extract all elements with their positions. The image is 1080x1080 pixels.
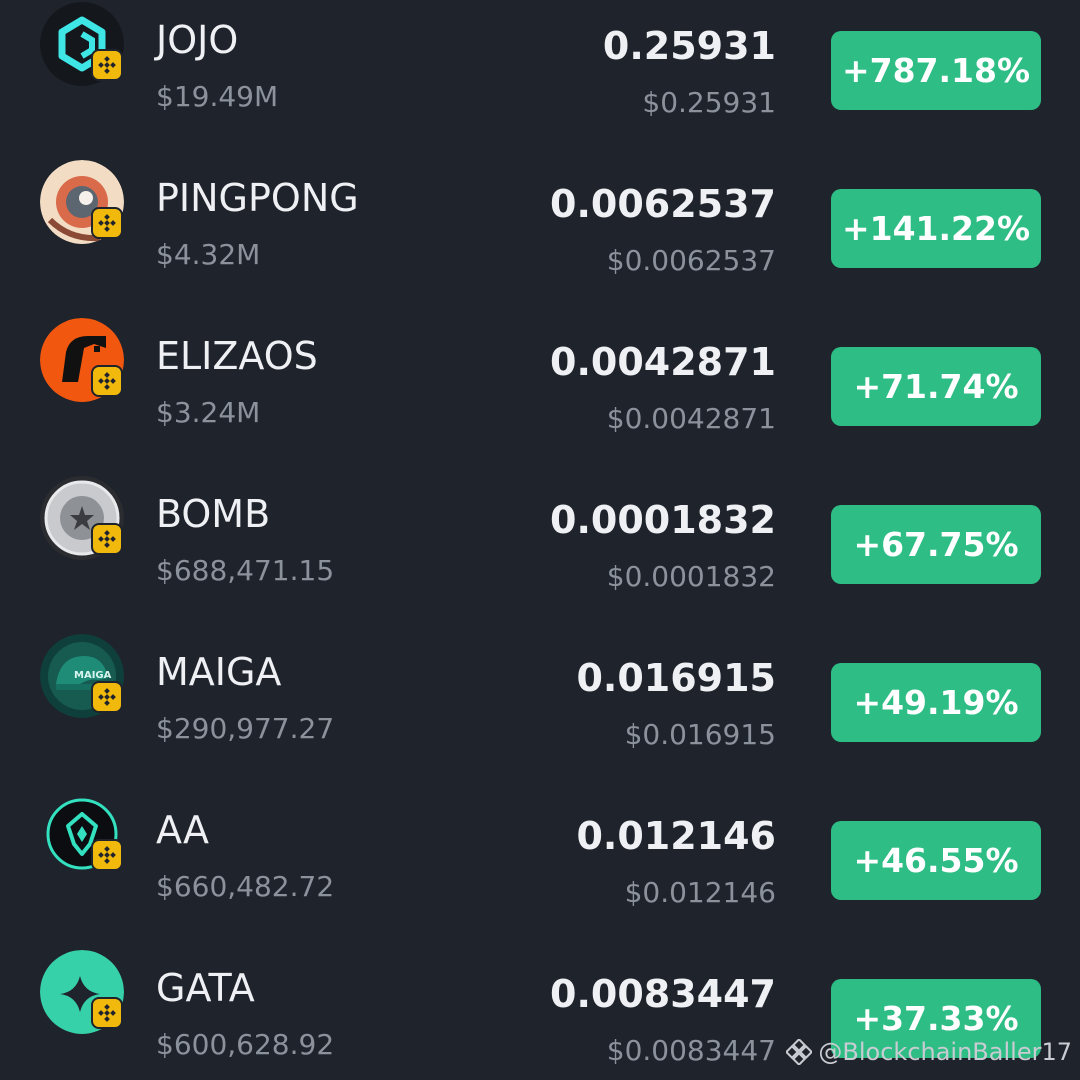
token-price-usd: $0.012146 bbox=[624, 876, 776, 909]
token-price: 0.25931 bbox=[602, 24, 776, 68]
price-change-badge[interactable]: +71.74% bbox=[831, 347, 1041, 426]
bnb-chain-icon bbox=[91, 365, 123, 397]
token-price: 0.0001832 bbox=[550, 498, 776, 542]
token-market-cap: $688,471.15 bbox=[156, 554, 335, 587]
token-price: 0.016915 bbox=[576, 656, 776, 700]
token-price-usd: $0.016915 bbox=[624, 718, 776, 751]
token-row-jojo[interactable]: JOJO $19.49M 0.25931 $0.25931 +787.18% bbox=[0, 0, 1080, 158]
token-market-cap: $290,977.27 bbox=[156, 712, 335, 745]
token-price-usd: $0.0001832 bbox=[606, 560, 776, 593]
bnb-chain-icon bbox=[91, 207, 123, 239]
token-market-cap: $600,628.92 bbox=[156, 1028, 335, 1061]
price-change-badge[interactable]: +787.18% bbox=[831, 31, 1041, 110]
token-price: 0.0062537 bbox=[550, 182, 776, 226]
token-market-cap: $3.24M bbox=[156, 396, 261, 429]
token-row-pingpong[interactable]: PINGPONG $4.32M 0.0062537 $0.0062537 +14… bbox=[0, 158, 1080, 316]
token-price-usd: $0.25931 bbox=[642, 86, 776, 119]
bnb-chain-icon bbox=[91, 997, 123, 1029]
price-change-badge[interactable]: +67.75% bbox=[831, 505, 1041, 584]
watermark-text: @BlockchainBaller17 bbox=[818, 1038, 1072, 1066]
token-row-elizaos[interactable]: ELIZAOS $3.24M 0.0042871 $0.0042871 +71.… bbox=[0, 316, 1080, 474]
token-price-usd: $0.0042871 bbox=[606, 402, 776, 435]
token-symbol: ELIZAOS bbox=[156, 334, 318, 378]
token-list: JOJO $19.49M 0.25931 $0.25931 +787.18% P… bbox=[0, 0, 1080, 1080]
token-row-aa[interactable]: AA $660,482.72 0.012146 $0.012146 +46.55… bbox=[0, 790, 1080, 948]
price-change-badge[interactable]: +141.22% bbox=[831, 189, 1041, 268]
bnb-chain-icon bbox=[91, 681, 123, 713]
binance-logo-icon bbox=[786, 1039, 813, 1065]
token-symbol: MAIGA bbox=[156, 650, 282, 694]
token-price: 0.0042871 bbox=[550, 340, 776, 384]
bnb-chain-icon bbox=[91, 49, 123, 81]
svg-text:MAIGA: MAIGA bbox=[74, 670, 112, 681]
price-change-badge[interactable]: +46.55% bbox=[831, 821, 1041, 900]
bnb-chain-icon bbox=[91, 839, 123, 871]
token-price: 0.0083447 bbox=[550, 972, 776, 1016]
token-symbol: AA bbox=[156, 808, 210, 852]
token-price-usd: $0.0083447 bbox=[606, 1034, 776, 1067]
token-symbol: JOJO bbox=[156, 18, 239, 62]
token-market-cap: $19.49M bbox=[156, 80, 279, 113]
token-row-maiga[interactable]: MAIGA MAIGA $290,977.27 0.016915 $0.0169… bbox=[0, 632, 1080, 790]
token-price: 0.012146 bbox=[576, 814, 776, 858]
token-symbol: PINGPONG bbox=[156, 176, 359, 220]
token-market-cap: $660,482.72 bbox=[156, 870, 335, 903]
price-change-badge[interactable]: +49.19% bbox=[831, 663, 1041, 742]
token-price-usd: $0.0062537 bbox=[606, 244, 776, 277]
token-market-cap: $4.32M bbox=[156, 238, 261, 271]
token-row-bomb[interactable]: BOMB $688,471.15 0.0001832 $0.0001832 +6… bbox=[0, 474, 1080, 632]
token-symbol: GATA bbox=[156, 966, 255, 1010]
watermark: @BlockchainBaller17 bbox=[786, 1038, 1072, 1066]
token-symbol: BOMB bbox=[156, 492, 271, 536]
bnb-chain-icon bbox=[91, 523, 123, 555]
